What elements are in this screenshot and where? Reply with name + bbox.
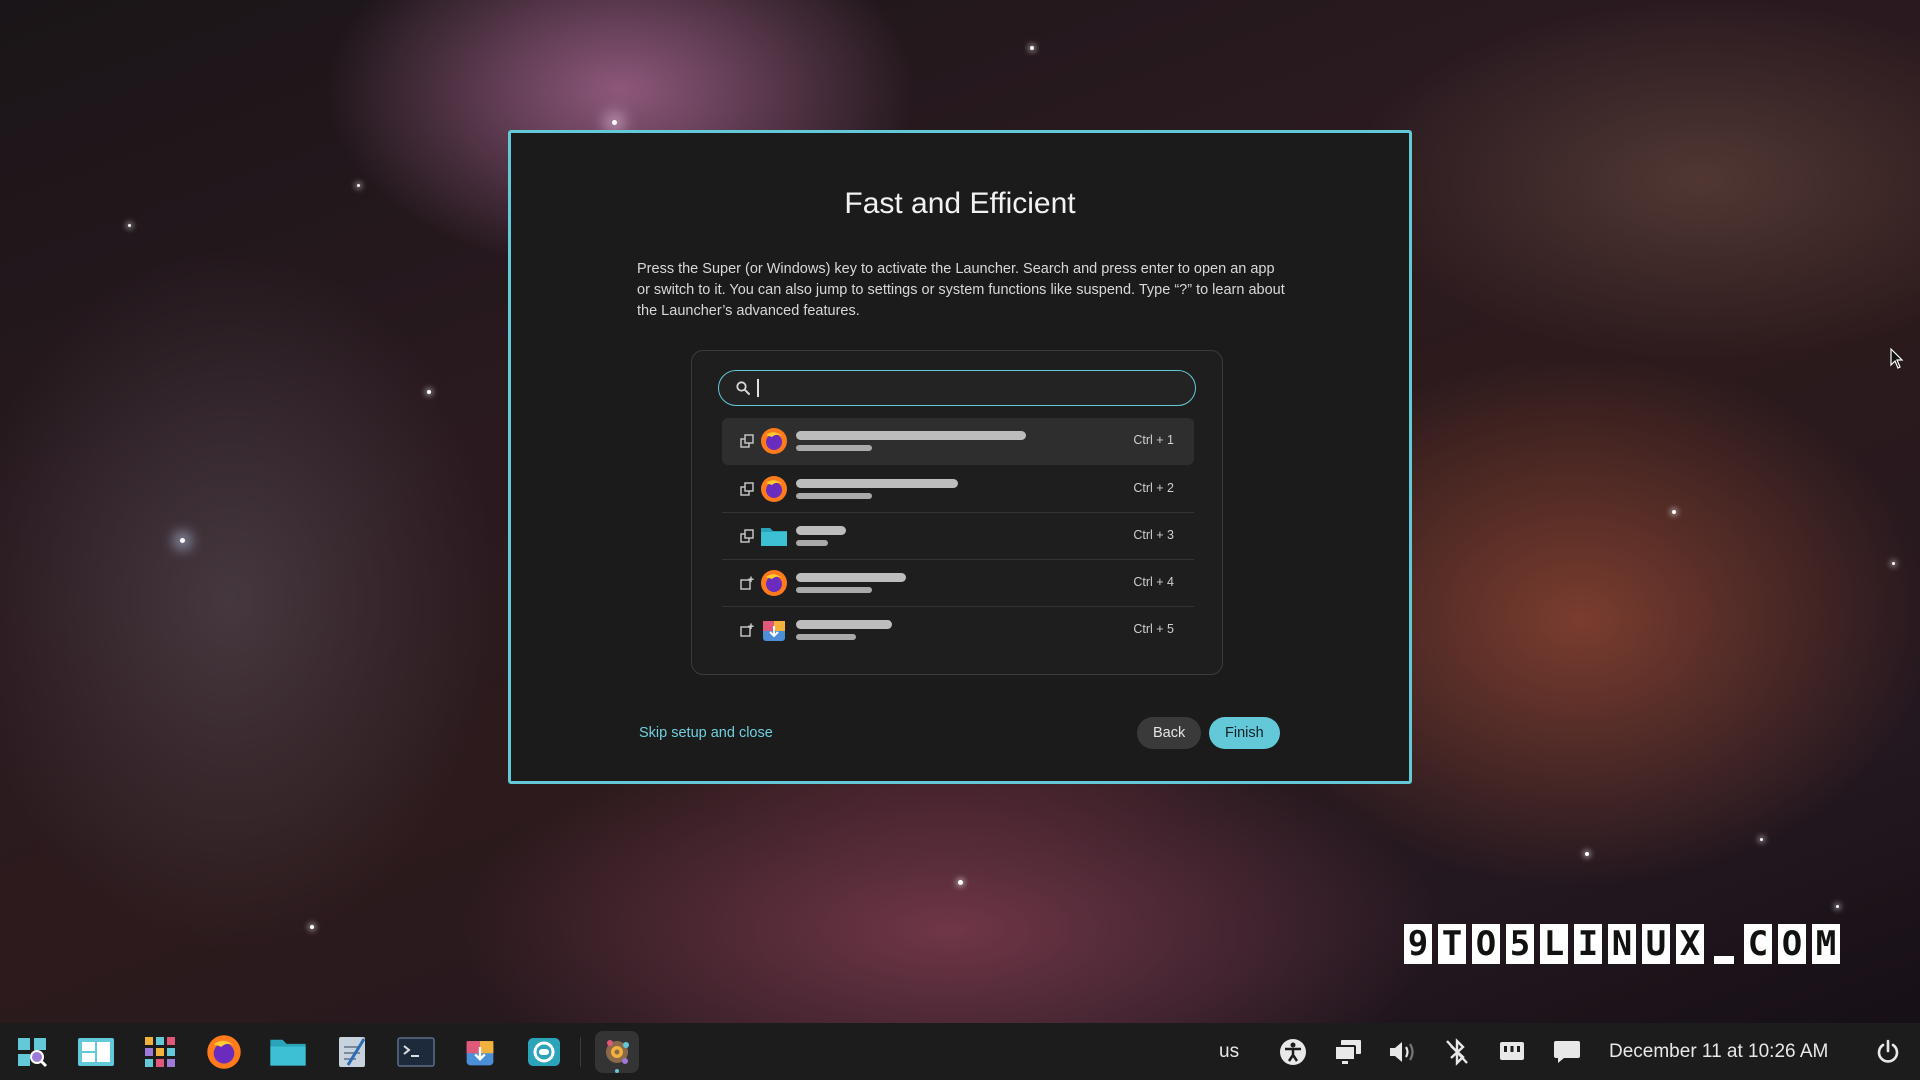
switch-window-icon xyxy=(740,482,754,496)
launch-icon xyxy=(740,576,754,590)
result-title-placeholder xyxy=(796,620,892,629)
accessibility-icon xyxy=(1280,1039,1306,1065)
files-icon xyxy=(270,1039,306,1066)
launch-icon xyxy=(740,623,754,637)
result-subtitle-placeholder xyxy=(796,587,872,593)
result-title-placeholder xyxy=(796,431,1026,440)
dialog-title: Fast and Efficient xyxy=(844,187,1076,220)
launcher-results: Ctrl + 1 Ctrl + 2 Ctrl + 3 Ctrl + 4 Ctrl… xyxy=(722,418,1194,654)
displays-button[interactable] xyxy=(1334,1038,1362,1066)
finish-button[interactable]: Finish xyxy=(1209,717,1280,749)
text-editor-icon xyxy=(339,1037,366,1067)
result-title-placeholder xyxy=(796,526,846,535)
result-subtitle-placeholder xyxy=(796,493,872,499)
result-subtitle-placeholder xyxy=(796,540,828,546)
app-library-icon xyxy=(145,1037,175,1067)
result-shortcut: Ctrl + 4 xyxy=(1133,575,1174,589)
keyboard-layout-indicator[interactable]: us xyxy=(1219,1041,1239,1063)
power-icon xyxy=(1877,1039,1899,1063)
firefox-icon xyxy=(207,1035,241,1069)
app-store-icon xyxy=(466,1041,494,1066)
search-icon xyxy=(736,381,750,395)
text-caret xyxy=(757,379,759,397)
terminal-icon xyxy=(397,1037,435,1067)
network-icon xyxy=(1500,1042,1524,1060)
terminal-button[interactable] xyxy=(394,1031,438,1073)
system-monitor-button[interactable] xyxy=(522,1031,566,1073)
result-title-placeholder xyxy=(796,573,906,582)
welcome-dialog: Fast and Efficient Press the Super (or W… xyxy=(508,130,1412,784)
taskbar-separator xyxy=(580,1037,581,1067)
text-editor-button[interactable] xyxy=(330,1031,374,1073)
clock[interactable]: December 11 at 10:26 AM xyxy=(1609,1041,1828,1063)
launcher-search-input[interactable] xyxy=(718,370,1196,406)
settings-icon xyxy=(606,1040,629,1064)
displays-icon xyxy=(1334,1040,1361,1064)
power-button[interactable] xyxy=(1874,1038,1902,1066)
firefox-icon xyxy=(761,570,787,596)
back-button[interactable]: Back xyxy=(1137,717,1202,749)
result-shortcut: Ctrl + 5 xyxy=(1133,622,1174,636)
launcher-result[interactable]: Ctrl + 2 xyxy=(722,466,1194,513)
result-title-placeholder xyxy=(796,479,958,488)
mouse-pointer-icon xyxy=(1890,348,1904,369)
notifications-button[interactable] xyxy=(1553,1038,1581,1066)
volume-button[interactable] xyxy=(1388,1038,1416,1066)
accessibility-button[interactable] xyxy=(1279,1038,1307,1066)
files-button[interactable] xyxy=(266,1031,310,1073)
switch-window-icon xyxy=(740,434,754,448)
watermark-logo: 9TO5 LINUX COM xyxy=(1404,924,1840,964)
network-button[interactable] xyxy=(1498,1038,1526,1066)
switch-window-icon xyxy=(740,529,754,543)
workspaces-icon xyxy=(78,1038,114,1066)
notifications-icon xyxy=(1554,1041,1580,1063)
result-shortcut: Ctrl + 3 xyxy=(1133,528,1174,542)
workspaces-button[interactable] xyxy=(74,1031,118,1073)
running-indicator xyxy=(615,1069,619,1073)
launcher-result[interactable]: Ctrl + 5 xyxy=(722,607,1194,654)
app-library-button[interactable] xyxy=(138,1031,182,1073)
launcher-result[interactable]: Ctrl + 4 xyxy=(722,560,1194,607)
dialog-description: Press the Super (or Windows) key to acti… xyxy=(637,261,1285,319)
firefox-icon xyxy=(761,428,787,454)
app-store-icon xyxy=(763,621,785,641)
result-shortcut: Ctrl + 1 xyxy=(1133,433,1174,447)
result-shortcut: Ctrl + 2 xyxy=(1133,481,1174,495)
firefox-icon xyxy=(761,476,787,502)
result-subtitle-placeholder xyxy=(796,634,856,640)
settings-button[interactable] xyxy=(595,1031,639,1073)
folder-icon xyxy=(761,528,787,546)
launcher-preview: Ctrl + 1 Ctrl + 2 Ctrl + 3 Ctrl + 4 Ctrl… xyxy=(691,350,1223,675)
skip-setup-link[interactable]: Skip setup and close xyxy=(639,725,773,741)
launcher-button[interactable] xyxy=(10,1031,54,1073)
volume-icon xyxy=(1390,1042,1414,1062)
result-subtitle-placeholder xyxy=(796,445,872,451)
taskbar: us December 11 at 10:26 AM xyxy=(0,1023,1920,1080)
firefox-button[interactable] xyxy=(202,1031,246,1073)
launcher-icon xyxy=(18,1038,48,1068)
bluetooth-button[interactable] xyxy=(1443,1038,1471,1066)
system-monitor-icon xyxy=(528,1038,560,1066)
app-store-button[interactable] xyxy=(458,1031,502,1073)
launcher-result[interactable]: Ctrl + 1 xyxy=(722,418,1194,465)
launcher-result[interactable]: Ctrl + 3 xyxy=(722,513,1194,560)
bluetooth-off-icon xyxy=(1446,1038,1468,1066)
